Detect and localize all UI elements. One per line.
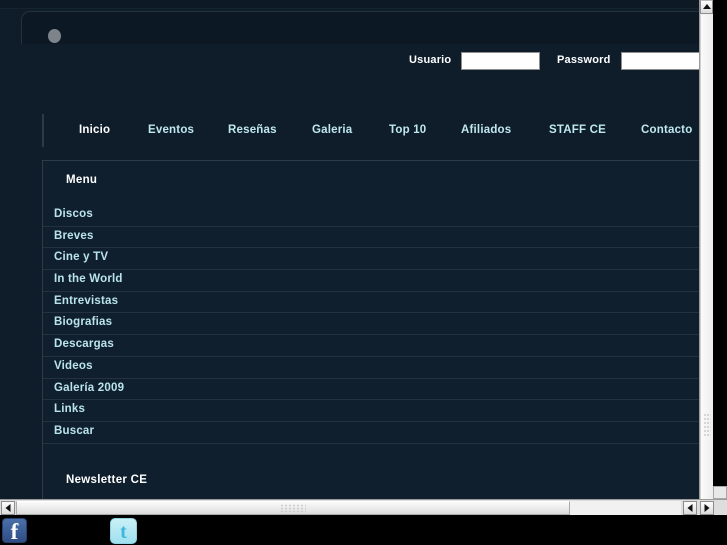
vertical-scrollbar-track[interactable] (700, 15, 713, 499)
horizontal-scrollbar[interactable] (0, 499, 727, 515)
menu-link-cine-y-tv[interactable]: Cine y TV (54, 251, 108, 263)
chevron-left-icon (687, 504, 693, 512)
menu-link-in-the-world[interactable]: In the World (54, 273, 123, 285)
nav-item-contacto[interactable]: Contacto (641, 124, 692, 136)
vertical-scrollbar-thumb[interactable] (700, 15, 713, 499)
screen: Usuario Password Inicio Eventos Reseñas … (0, 0, 727, 545)
usuario-label: Usuario (409, 54, 452, 66)
web-page: Usuario Password Inicio Eventos Reseñas … (0, 0, 713, 499)
nav-item-top-10[interactable]: Top 10 (389, 124, 426, 136)
horizontal-scrollbar-track[interactable] (16, 501, 681, 515)
menu-link-entrevistas[interactable]: Entrevistas (54, 295, 118, 307)
twitter-glyph: t (120, 521, 127, 543)
menu-link-links[interactable]: Links (54, 403, 85, 415)
menu-link-descargas[interactable]: Descargas (54, 338, 114, 350)
nav-item-inicio[interactable]: Inicio (79, 124, 110, 136)
chevron-up-icon (702, 4, 711, 9)
list-item[interactable]: Cine y TV (43, 248, 713, 271)
menu-link-buscar[interactable]: Buscar (54, 425, 94, 437)
bottom-bar: f t (0, 515, 727, 545)
scrollbar-grip-icon (703, 413, 711, 437)
facebook-glyph: f (10, 519, 19, 544)
list-item[interactable]: Galería 2009 (43, 379, 713, 401)
page-top-strip (0, 0, 713, 9)
scroll-left-button-secondary[interactable] (683, 501, 697, 515)
password-label: Password (557, 54, 611, 66)
nav-item-galeria[interactable]: Galeria (312, 124, 352, 136)
newsletter-heading: Newsletter CE (66, 474, 148, 486)
list-item[interactable]: Breves (43, 227, 713, 249)
menu-link-galeria-2009[interactable]: Galería 2009 (54, 382, 124, 394)
facebook-icon[interactable]: f (2, 518, 27, 544)
nav-left-divider (42, 114, 44, 147)
nav-item-resenas[interactable]: Reseñas (228, 124, 277, 136)
menu-link-videos[interactable]: Videos (54, 360, 93, 372)
list-item[interactable]: Buscar (43, 422, 713, 444)
list-item[interactable]: Links (43, 400, 713, 422)
vertical-scrollbar[interactable] (699, 0, 713, 499)
nav-item-staff-ce[interactable]: STAFF CE (549, 124, 606, 136)
horizontal-scrollbar-thumb[interactable] (16, 501, 570, 515)
login-row: Usuario Password (0, 52, 713, 74)
chevron-left-icon (5, 504, 11, 512)
main-navigation: Inicio Eventos Reseñas Galeria Top 10 Af… (0, 111, 713, 152)
list-item[interactable]: Videos (43, 357, 713, 379)
chevron-right-icon (704, 504, 710, 512)
menu-link-biografias[interactable]: Biografias (54, 316, 112, 328)
scroll-up-button[interactable] (700, 0, 713, 14)
broken-image-placeholder-icon (48, 29, 61, 43)
usuario-input[interactable] (461, 52, 540, 70)
list-item[interactable]: Entrevistas (43, 292, 713, 314)
twitter-icon[interactable]: t (110, 518, 137, 544)
scrollbar-grip-icon (280, 504, 306, 512)
site-header-banner (21, 11, 713, 44)
password-input[interactable] (621, 52, 700, 70)
scroll-left-button[interactable] (1, 501, 15, 515)
list-item[interactable]: Descargas (43, 335, 713, 357)
nav-item-eventos[interactable]: Eventos (148, 124, 194, 136)
nav-item-afiliados[interactable]: Afiliados (461, 124, 511, 136)
menu-link-discos[interactable]: Discos (54, 208, 93, 220)
browser-viewport: Usuario Password Inicio Eventos Reseñas … (0, 0, 713, 499)
scroll-right-button[interactable] (700, 501, 714, 515)
content-panel: Menu Discos Breves Cine y TV In the Worl… (42, 160, 713, 499)
menu-link-breves[interactable]: Breves (54, 230, 94, 242)
menu-heading: Menu (66, 174, 98, 186)
scrollbar-corner (713, 486, 727, 499)
sidebar-menu-list: Discos Breves Cine y TV In the World Ent… (43, 205, 713, 444)
list-item[interactable]: Discos (43, 205, 713, 227)
list-item[interactable]: Biografias (43, 313, 713, 336)
list-item[interactable]: In the World (43, 270, 713, 292)
